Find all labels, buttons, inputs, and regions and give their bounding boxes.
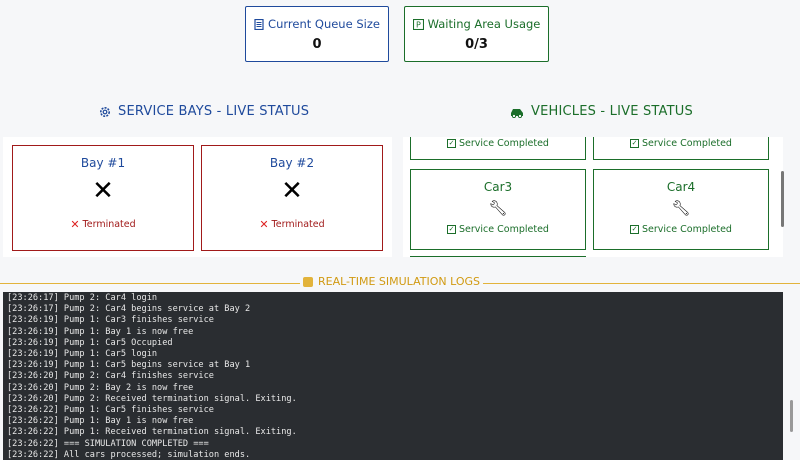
- logs-title: REAL-TIME SIMULATION LOGS: [300, 275, 483, 288]
- bay-card-2: Bay #2 ✕ ✕ Terminated: [201, 145, 383, 251]
- logs-title-text: REAL-TIME SIMULATION LOGS: [318, 275, 480, 288]
- bay-name: Bay #1: [80, 156, 126, 170]
- service-bays-title: SERVICE BAYS - LIVE STATUS: [98, 104, 309, 119]
- log-line: [23:26:22] === SIMULATION COMPLETED ===: [7, 438, 209, 449]
- vehicles-scrollbar[interactable]: [781, 171, 784, 227]
- log-line: [23:26:22] Pump 1: Car5 finishes service: [7, 405, 214, 416]
- log-line: [23:26:20] Pump 2: Received termination …: [7, 393, 297, 404]
- waiting-area-card: P Waiting Area Usage 0/3: [404, 6, 549, 62]
- service-bays-panel: Bay #1 ✕ ✕ Terminated Bay #2 ✕ ✕ Termina…: [3, 137, 392, 257]
- check-icon: ✓: [630, 139, 640, 148]
- car-card-1: ✓ Service Completed: [410, 137, 586, 160]
- wrench-icon: 🔧︎: [671, 199, 691, 217]
- terminated-x-icon: ✕: [92, 176, 114, 206]
- terminated-x-icon: ✕: [281, 176, 303, 206]
- log-line: [23:26:19] Pump 1: Car3 finishes service: [7, 315, 214, 326]
- car-card-3: Car3 🔧︎ ✓ Service Completed: [410, 169, 586, 250]
- car-status-text: Service Completed: [642, 224, 732, 235]
- vehicles-title: VEHICLES - LIVE STATUS: [509, 104, 693, 119]
- log-line: [23:26:22] All cars processed; simulatio…: [7, 449, 251, 460]
- bay-status-text: Terminated: [271, 219, 325, 230]
- logs-scrollbar[interactable]: [790, 400, 793, 432]
- car-icon: [511, 108, 523, 118]
- car-name: Car3: [483, 180, 513, 194]
- log-line: [23:26:22] Pump 1: Received termination …: [7, 427, 297, 438]
- log-line: [23:26:17] Pump 2: Car4 login: [7, 293, 158, 303]
- car-card-4: Car4 🔧︎ ✓ Service Completed: [593, 169, 769, 250]
- waiting-area-value: 0/3: [465, 37, 488, 52]
- log-console[interactable]: [23:26:17] Pump 2: Car4 login [23:26:17]…: [3, 292, 783, 460]
- bay-status: ✕ Terminated: [13, 218, 193, 231]
- car-card-2: ✓ Service Completed: [593, 137, 769, 160]
- log-line: [23:26:19] Pump 1: Bay 1 is now free: [7, 326, 194, 337]
- check-icon: ✓: [630, 225, 640, 234]
- car-status-text: Service Completed: [459, 224, 549, 235]
- log-line: [23:26:19] Pump 1: Car5 login: [7, 349, 158, 360]
- close-icon: ✕: [259, 218, 269, 231]
- bay-card-1: Bay #1 ✕ ✕ Terminated: [12, 145, 194, 251]
- queue-size-value: 0: [312, 37, 322, 52]
- car-card-5: [410, 256, 586, 257]
- car-status: ✓ Service Completed: [594, 224, 768, 235]
- server-icon: [254, 18, 264, 30]
- check-icon: ✓: [447, 225, 457, 234]
- log-line: [23:26:19] Pump 1: Car5 Occupied: [7, 337, 173, 348]
- parking-icon: P: [412, 18, 424, 30]
- log-line: [23:26:22] Pump 1: Bay 1 is now free: [7, 416, 194, 427]
- bay-status-text: Terminated: [82, 219, 136, 230]
- waiting-area-label: Waiting Area Usage: [427, 17, 541, 31]
- car-status-text: Service Completed: [459, 138, 549, 149]
- car-status: ✓ Service Completed: [594, 138, 768, 149]
- queue-size-label: Current Queue Size: [268, 17, 380, 31]
- car-status: ✓ Service Completed: [411, 138, 585, 149]
- vehicles-title-text: VEHICLES - LIVE STATUS: [531, 104, 693, 119]
- car-status: ✓ Service Completed: [411, 224, 585, 235]
- check-icon: ✓: [447, 139, 457, 148]
- terminal-icon: [303, 276, 313, 287]
- car-name: Car4: [666, 180, 696, 194]
- service-bays-title-text: SERVICE BAYS - LIVE STATUS: [118, 104, 310, 119]
- log-line: [23:26:20] Pump 2: Bay 2 is now free: [7, 382, 194, 393]
- log-line: [23:26:19] Pump 1: Car5 begins service a…: [7, 360, 251, 371]
- vehicles-panel[interactable]: ✓ Service Completed ✓ Service Completed …: [403, 137, 783, 257]
- svg-text:P: P: [416, 20, 421, 29]
- car-status-text: Service Completed: [642, 138, 732, 149]
- log-line: [23:26:20] Pump 2: Car4 finishes service: [7, 371, 214, 382]
- bay-name: Bay #2: [269, 156, 315, 170]
- gear-icon: [100, 106, 110, 117]
- wrench-icon: 🔧︎: [488, 199, 508, 217]
- bay-status: ✕ Terminated: [202, 218, 382, 231]
- queue-size-card: Current Queue Size 0: [245, 6, 389, 62]
- close-icon: ✕: [70, 218, 80, 231]
- log-line: [23:26:17] Pump 2: Car4 begins service a…: [7, 304, 251, 315]
